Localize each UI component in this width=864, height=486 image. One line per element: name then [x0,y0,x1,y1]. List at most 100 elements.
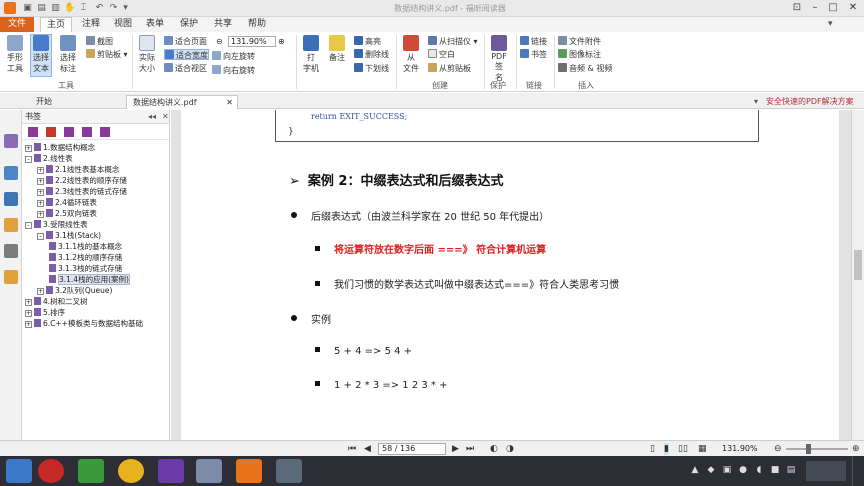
fit-width-button[interactable]: 适合宽度 [164,49,209,60]
status-zoom-in-icon[interactable]: ⊕ [852,443,860,455]
print-icon[interactable]: ▥ [50,3,61,14]
tray-expand-icon[interactable]: ▲ [690,465,700,475]
link-button[interactable]: 链接 [520,36,547,47]
tab-close-icon[interactable]: ✕ [226,96,233,110]
highlight-button[interactable]: 高亮 [354,36,381,47]
maximize-button[interactable]: □ [824,1,842,15]
first-page-icon[interactable]: ⏮ [348,443,356,455]
tab-list-icon[interactable]: ▾ [748,95,764,109]
redo-icon[interactable]: ↷ [108,3,119,14]
bookmark-item[interactable]: +5.排序 [25,307,65,318]
zoom-out-icon[interactable]: ⊖ [216,36,223,47]
audio-video-button[interactable]: 音频 & 视频 [558,63,612,74]
blank-page-button[interactable]: 空白 [428,49,455,60]
visual-studio-icon[interactable] [158,459,184,483]
bookmarks-panel-icon[interactable] [4,134,18,148]
bookmark-item[interactable]: +3.2队列(Queue) [37,285,112,296]
close-panel-icon[interactable]: ✕ [162,110,169,124]
tray-notification-icon[interactable]: ▤ [786,465,796,475]
search-options-icon[interactable]: ▾ [828,19,833,29]
actual-size-button[interactable]: 实际 大小 [136,35,158,74]
tab-home[interactable]: 主页 [40,17,73,33]
rotate-left-button[interactable]: 向左旋转 [212,51,255,62]
select-quick-icon[interactable]: ⌶ [78,3,89,14]
bookmark-item[interactable]: +2.1线性表基本概念 [37,164,119,175]
note-button[interactable]: 备注 [326,35,348,63]
expand-icon[interactable]: + [37,288,44,295]
image-annotation-button[interactable]: 图像标注 [558,49,601,60]
tab-view[interactable]: 视图 [108,17,138,32]
snapshot-button[interactable]: 截图 [86,36,113,47]
show-desktop-button[interactable] [852,456,864,486]
expand-icon[interactable]: + [37,167,44,174]
delete-bookmark-icon[interactable] [46,127,56,137]
fit-visible-button[interactable]: 适合视区 [164,63,207,74]
tab-form[interactable]: 表单 [140,17,170,32]
comments-panel-icon[interactable] [4,218,18,232]
collapse-icon[interactable]: - [37,233,44,240]
windows-start-icon[interactable] [6,459,32,483]
next-page-icon[interactable]: ▶ [452,443,459,455]
tray-network-icon[interactable]: ▣ [722,465,732,475]
bookmark-item[interactable]: 3.1.3栈的链式存储 [49,263,122,274]
strikeout-button[interactable]: 删除线 [354,49,389,60]
zoom-slider[interactable] [786,444,848,454]
expand-icon[interactable]: + [37,200,44,207]
tab-protect[interactable]: 保护 [174,17,204,32]
hand-tool-button[interactable]: 手形 工具 [4,35,26,74]
security-panel-icon[interactable] [4,270,18,284]
tray-ime-icon[interactable]: ■ [770,465,780,475]
expand-icon[interactable]: + [37,189,44,196]
zoom-level-input[interactable]: 131.90% [228,36,276,47]
tab-share[interactable]: 共享 [208,17,238,32]
system-clock[interactable] [806,461,846,481]
bookmark-item[interactable]: 3.1.1栈的基本概念 [49,241,122,252]
tray-app2-icon[interactable]: ● [738,465,748,475]
continuous-view-icon[interactable]: ▮ [664,443,669,455]
vertical-scrollbar[interactable] [851,110,864,440]
open-icon[interactable]: ▣ [22,3,33,14]
restore-ribbon-icon[interactable]: ⊡ [788,1,806,15]
select-text-button[interactable]: 选择 文本 [30,34,52,77]
collapse-icon[interactable]: - [25,222,32,229]
new-bookmark-icon[interactable] [28,127,38,137]
bookmark-item[interactable]: 3.1.2栈的顺序存储 [49,252,122,263]
bookmark-item[interactable]: +2.5双向链表 [37,208,97,219]
status-zoom-out-icon[interactable]: ⊖ [774,443,782,455]
tray-volume-icon[interactable]: ◖ [754,465,764,475]
minimize-button[interactable]: – [806,1,824,15]
paint-app-icon[interactable] [196,459,222,483]
chrome-icon[interactable] [118,459,144,483]
bookmark-item[interactable]: 3.1.4栈的应用(案例) [49,274,130,285]
rotate-right-button[interactable]: 向右旋转 [212,65,255,76]
hand-quick-icon[interactable]: ✋ [64,3,75,14]
find-bookmark-icon[interactable] [100,127,110,137]
tab-start[interactable]: 开始 [30,95,58,109]
collapse-panel-icon[interactable]: ◂◂ [148,110,156,124]
bookmark-item[interactable]: +1.数据结构概念 [25,142,95,153]
fit-page-button[interactable]: 适合页面 [164,36,207,47]
bookmark-item[interactable]: - 3.受限线性表 [25,219,88,230]
create-from-file-button[interactable]: 从 文件 [400,35,422,74]
bookmark-item[interactable]: +6.C++模板类与数据结构基础 [25,318,143,329]
typewriter-button[interactable]: 打 字机 [300,35,322,74]
previous-page-icon[interactable]: ◀ [364,443,371,455]
expand-bookmark-icon[interactable] [64,127,74,137]
expand-icon[interactable]: + [25,310,32,317]
foxit-reader-icon[interactable] [236,459,262,483]
qt-creator-icon[interactable] [78,459,104,483]
bookmark-item[interactable]: - 2.线性表 [25,153,73,164]
customize-quick-access-icon[interactable]: ▾ [120,3,131,14]
facing-view-icon[interactable]: ▯▯ [678,443,688,455]
file-attachment-button[interactable]: 文件附件 [558,36,601,47]
expand-icon[interactable]: + [37,178,44,185]
tab-file[interactable]: 文件 [0,17,34,32]
from-clipboard-button[interactable]: 从剪贴板 [428,63,471,74]
expand-icon[interactable]: + [25,299,32,306]
history-forward-icon[interactable]: ◑ [506,443,514,455]
tab-comment[interactable]: 注释 [76,17,106,32]
tray-app-icon[interactable]: ◆ [706,465,716,475]
zoom-slider-handle[interactable] [806,444,811,454]
underline-button[interactable]: 下划线 [354,63,389,74]
bookmark-item[interactable]: +2.4循环链表 [37,197,97,208]
